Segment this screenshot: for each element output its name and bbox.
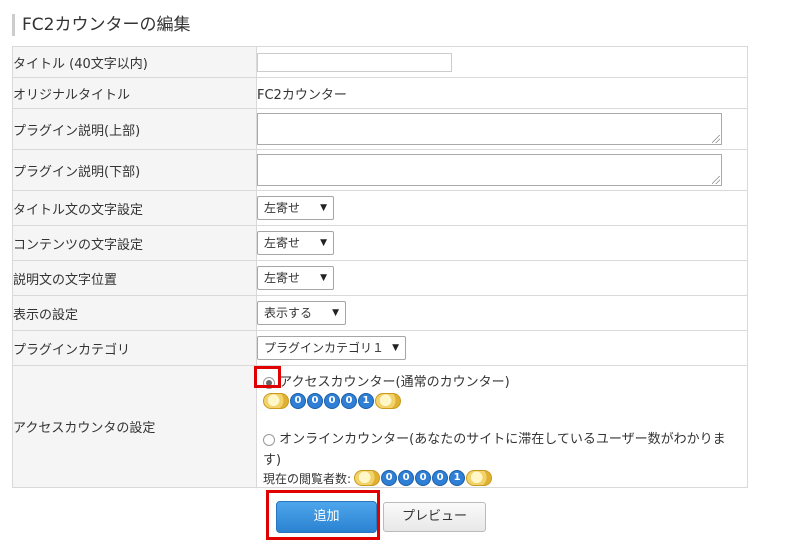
display-select[interactable]: 表示する ▼ xyxy=(257,301,346,325)
sheep-icon xyxy=(354,470,381,486)
title-input[interactable] xyxy=(257,52,452,72)
title-label: タイトル (40文字以内) xyxy=(12,46,257,78)
plugin-edit-form: タイトル (40文字以内) オリジナルタイトル FC2カウンター プラグイン説明… xyxy=(12,46,748,488)
counter-online-text-2: す) xyxy=(263,453,282,468)
original-title-label: オリジナルタイトル xyxy=(12,77,257,109)
dropdown-arrow-icon: ▼ xyxy=(320,238,327,248)
dropdown-arrow-icon: ▼ xyxy=(320,203,327,213)
sheep-icon xyxy=(466,470,493,486)
add-button-highlight-box xyxy=(266,490,380,540)
title-align-select[interactable]: 左寄せ ▼ xyxy=(257,196,334,220)
counter-digit: 0 xyxy=(324,393,340,409)
counter-digit: 0 xyxy=(415,470,432,486)
counter-digit: 1 xyxy=(358,393,374,409)
content-align-select-value: 左寄せ xyxy=(264,236,301,250)
radio-highlight-box xyxy=(254,366,281,388)
sheep-icon xyxy=(263,393,289,409)
preview-button[interactable]: プレビュー xyxy=(383,502,486,532)
counter-digit: 0 xyxy=(432,470,449,486)
content-align-label: コンテンツの文字設定 xyxy=(12,225,257,261)
counter-online-text-1: オンラインカウンター(あなたのサイトに滞在しているユーザー数がわかりま xyxy=(279,432,726,447)
dropdown-arrow-icon: ▼ xyxy=(392,343,399,353)
counter-label: アクセスカウンタの設定 xyxy=(12,365,257,488)
original-title-value: FC2カウンター xyxy=(256,77,748,109)
desc-top-label: プラグイン説明(上部) xyxy=(12,108,257,150)
counter-digit: 0 xyxy=(341,393,357,409)
counter-access-text: アクセスカウンター(通常のカウンター) xyxy=(279,375,510,390)
dropdown-arrow-icon: ▼ xyxy=(320,273,327,283)
desc-align-select[interactable]: 左寄せ ▼ xyxy=(257,266,334,290)
counter-option-access[interactable]: アクセスカウンター(通常のカウンター) xyxy=(263,371,747,390)
sheep-icon xyxy=(375,393,401,409)
desc-align-select-value: 左寄せ xyxy=(264,271,301,285)
access-counter-image: 0 0 0 0 1 xyxy=(263,392,747,410)
title-align-label: タイトル文の文字設定 xyxy=(12,190,257,226)
page-title: FC2カウンターの編集 xyxy=(12,14,190,36)
counter-digit: 0 xyxy=(290,393,306,409)
desc-bottom-textarea[interactable] xyxy=(257,154,722,186)
counter-digit: 1 xyxy=(449,470,466,486)
category-label: プラグインカテゴリ xyxy=(12,330,257,366)
counter-online-radio[interactable] xyxy=(263,433,275,446)
dropdown-arrow-icon: ▼ xyxy=(332,308,339,318)
content-align-select[interactable]: 左寄せ ▼ xyxy=(257,231,334,255)
category-select-value: プラグインカテゴリ１ xyxy=(264,341,385,355)
resize-grip-icon[interactable] xyxy=(712,135,720,143)
desc-align-label: 説明文の文字位置 xyxy=(12,260,257,296)
resize-grip-icon[interactable] xyxy=(712,176,720,184)
display-select-value: 表示する xyxy=(264,306,313,320)
desc-bottom-label: プラグイン説明(下部) xyxy=(12,149,257,191)
title-align-select-value: 左寄せ xyxy=(264,201,301,215)
counter-digit: 0 xyxy=(398,470,415,486)
desc-top-textarea[interactable] xyxy=(257,113,722,145)
counter-digit: 0 xyxy=(307,393,323,409)
online-counter-row: 現在の閲覧者数: 0 0 0 0 1 xyxy=(263,469,747,487)
display-label: 表示の設定 xyxy=(12,295,257,331)
category-select[interactable]: プラグインカテゴリ１ ▼ xyxy=(257,336,406,360)
current-viewers-label: 現在の閲覧者数: xyxy=(263,471,352,486)
counter-option-online[interactable]: オンラインカウンター(あなたのサイトに滞在しているユーザー数がわかりま xyxy=(263,428,747,447)
counter-digit: 0 xyxy=(381,470,398,486)
